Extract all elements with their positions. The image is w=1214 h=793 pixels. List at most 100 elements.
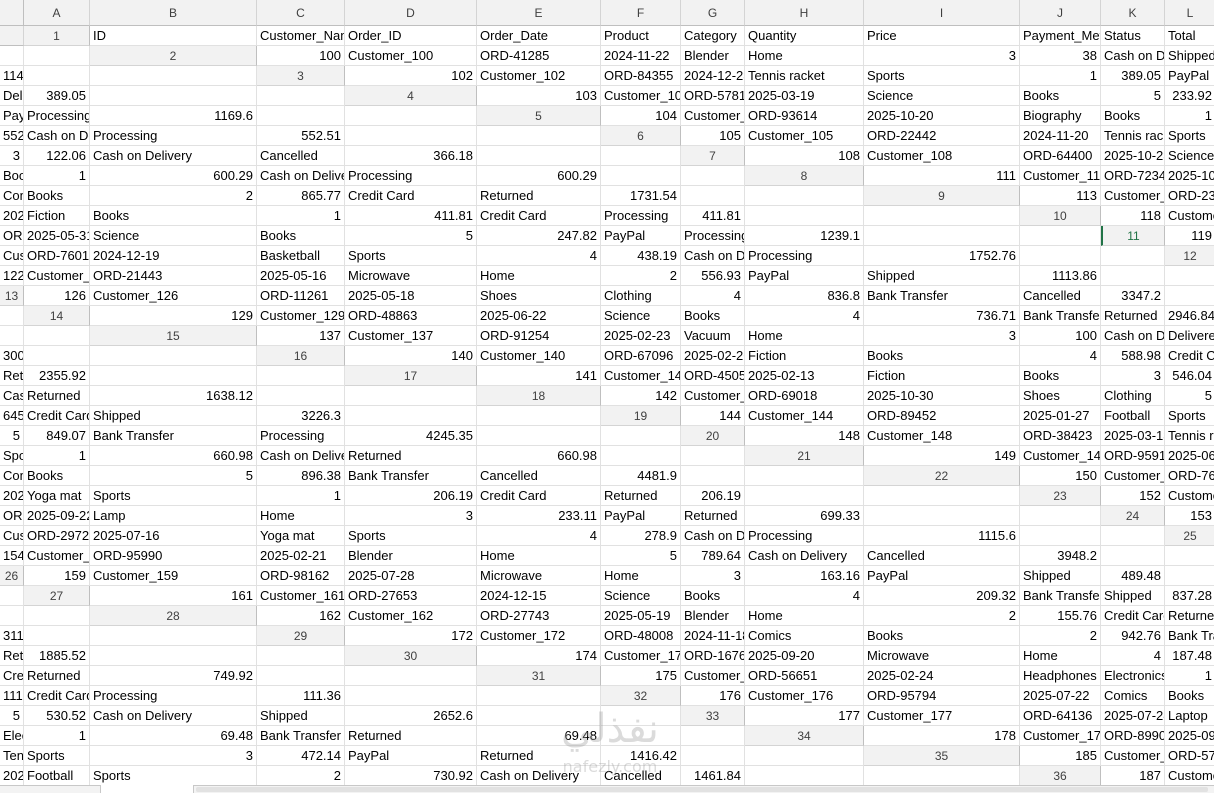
- table-cell[interactable]: Returned: [1101, 306, 1165, 326]
- table-cell[interactable]: 311.52: [0, 626, 24, 646]
- table-cell[interactable]: 154: [0, 546, 24, 566]
- row-header[interactable]: 23: [1020, 486, 1101, 506]
- table-cell[interactable]: Science: [1165, 146, 1214, 166]
- table-cell[interactable]: Processing: [745, 246, 864, 266]
- table-cell[interactable]: Customer_150: [1101, 466, 1165, 486]
- table-cell[interactable]: 2025-07-24: [0, 206, 24, 226]
- table-cell[interactable]: Returned: [477, 186, 601, 206]
- table-cell[interactable]: Customer_108: [864, 146, 1020, 166]
- table-cell[interactable]: ORD-98162: [257, 566, 345, 586]
- table-cell[interactable]: 789.64: [681, 546, 745, 566]
- column-header-g[interactable]: G: [681, 0, 745, 26]
- row-header[interactable]: 31: [477, 666, 601, 686]
- empty-cell[interactable]: [681, 446, 745, 466]
- row-header[interactable]: 22: [864, 466, 1020, 486]
- table-cell[interactable]: 155.76: [1020, 606, 1101, 626]
- table-cell[interactable]: Shipped: [864, 266, 1020, 286]
- table-cell[interactable]: 2024-11-27: [0, 486, 24, 506]
- table-cell[interactable]: 3: [1101, 366, 1165, 386]
- table-cell[interactable]: Lamp: [90, 506, 257, 526]
- empty-cell[interactable]: [477, 146, 601, 166]
- header-cell[interactable]: Product: [601, 26, 681, 46]
- table-cell[interactable]: Returned: [0, 646, 24, 666]
- table-cell[interactable]: 4: [681, 286, 745, 306]
- table-cell[interactable]: 489.48: [1101, 566, 1165, 586]
- table-cell[interactable]: 3: [681, 566, 745, 586]
- table-cell[interactable]: 4: [477, 246, 601, 266]
- table-cell[interactable]: Sports: [24, 746, 90, 766]
- table-cell[interactable]: 5: [345, 226, 477, 246]
- row-header[interactable]: 33: [681, 706, 745, 726]
- table-cell[interactable]: 206.19: [681, 486, 745, 506]
- table-cell[interactable]: Home: [1020, 646, 1101, 666]
- table-cell[interactable]: Processing: [90, 126, 257, 146]
- table-cell[interactable]: 111: [864, 166, 1020, 186]
- row-header[interactable]: 13: [0, 286, 24, 306]
- empty-cell[interactable]: [24, 606, 90, 626]
- table-cell[interactable]: ORD-22442: [864, 126, 1020, 146]
- table-cell[interactable]: 114: [0, 66, 24, 86]
- table-cell[interactable]: Books: [1020, 366, 1101, 386]
- table-cell[interactable]: Bank Transfer: [864, 286, 1020, 306]
- table-cell[interactable]: Tennis racket: [1101, 126, 1165, 146]
- table-cell[interactable]: 206.19: [345, 486, 477, 506]
- table-cell[interactable]: PayPal: [1165, 66, 1214, 86]
- table-cell[interactable]: PayPal: [0, 106, 24, 126]
- empty-cell[interactable]: [257, 106, 345, 126]
- table-cell[interactable]: 4481.9: [601, 466, 681, 486]
- table-cell[interactable]: Laptop: [1165, 706, 1214, 726]
- table-cell[interactable]: Credit Card: [345, 186, 477, 206]
- table-cell[interactable]: Cash on Delivery: [0, 386, 24, 406]
- row-header[interactable]: 26: [0, 566, 24, 586]
- table-cell[interactable]: Tennis racket: [0, 746, 24, 766]
- header-cell[interactable]: Customer_Name: [257, 26, 345, 46]
- table-cell[interactable]: Delivered: [1165, 326, 1214, 346]
- table-cell[interactable]: 233.11: [477, 506, 601, 526]
- table-cell[interactable]: 1: [1165, 666, 1214, 686]
- empty-cell[interactable]: [745, 766, 864, 785]
- table-cell[interactable]: ORD-64400: [1020, 146, 1101, 166]
- column-header-h[interactable]: H: [745, 0, 864, 26]
- table-cell[interactable]: 2024-12-19: [90, 246, 257, 266]
- table-cell[interactable]: Customer_144: [745, 406, 864, 426]
- table-cell[interactable]: 749.92: [90, 666, 257, 686]
- sheet-tab[interactable]: [100, 785, 194, 793]
- empty-cell[interactable]: [345, 686, 477, 706]
- table-cell[interactable]: Customer_118: [1165, 206, 1214, 226]
- table-cell[interactable]: 2025-02-23: [601, 326, 681, 346]
- table-cell[interactable]: 660.98: [477, 446, 601, 466]
- table-cell[interactable]: Books: [257, 226, 345, 246]
- table-cell[interactable]: Credit Card: [1101, 606, 1165, 626]
- table-cell[interactable]: Sports: [90, 486, 257, 506]
- table-cell[interactable]: 3: [90, 746, 257, 766]
- table-cell[interactable]: Blender: [681, 606, 745, 626]
- table-cell[interactable]: 4: [477, 526, 601, 546]
- table-cell[interactable]: 2025-07-28: [345, 566, 477, 586]
- table-cell[interactable]: Books: [681, 586, 745, 606]
- table-cell[interactable]: Shipped: [1020, 566, 1101, 586]
- table-cell[interactable]: Shoes: [1020, 386, 1101, 406]
- table-cell[interactable]: 172: [345, 626, 477, 646]
- table-cell[interactable]: Sports: [1165, 406, 1214, 426]
- table-cell[interactable]: Home: [257, 506, 345, 526]
- table-cell[interactable]: 5: [0, 706, 24, 726]
- table-cell[interactable]: 247.82: [477, 226, 601, 246]
- row-header[interactable]: 12: [1165, 246, 1214, 266]
- header-cell[interactable]: Category: [681, 26, 745, 46]
- table-cell[interactable]: Blender: [681, 46, 745, 66]
- table-cell[interactable]: ORD-27743: [477, 606, 601, 626]
- table-cell[interactable]: Customer_102: [477, 66, 601, 86]
- table-cell[interactable]: Customer_161: [257, 586, 345, 606]
- empty-cell[interactable]: [345, 406, 477, 426]
- table-cell[interactable]: Credit Card: [1165, 346, 1214, 366]
- table-cell[interactable]: Books: [681, 306, 745, 326]
- table-cell[interactable]: ORD-48863: [345, 306, 477, 326]
- table-cell[interactable]: Bank Transfer: [257, 726, 345, 746]
- table-cell[interactable]: 2025-10-22: [1165, 166, 1214, 186]
- table-cell[interactable]: 104: [601, 106, 681, 126]
- empty-cell[interactable]: [90, 366, 257, 386]
- table-cell[interactable]: 2024-12-15: [477, 586, 601, 606]
- table-cell[interactable]: 187: [1101, 766, 1165, 785]
- table-cell[interactable]: Returned: [1165, 606, 1214, 626]
- table-cell[interactable]: Customer_129: [257, 306, 345, 326]
